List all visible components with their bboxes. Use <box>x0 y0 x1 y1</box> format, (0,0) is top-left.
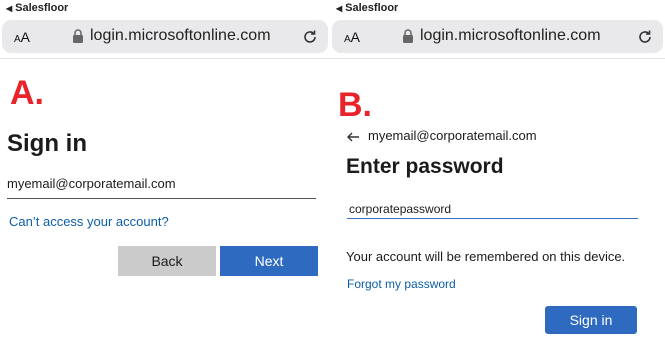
panel-b-enter-password: ◀ Salesfloor AA login.microsoftonline.com… <box>330 0 665 355</box>
cant-access-link[interactable]: Can’t access your account? <box>9 214 169 229</box>
page-title: Enter password <box>346 155 504 178</box>
reload-icon[interactable] <box>300 27 320 47</box>
back-button[interactable]: Back <box>118 246 216 276</box>
sign-in-button[interactable]: Sign in <box>545 306 637 334</box>
status-bar[interactable]: ◀ Salesfloor <box>336 0 398 16</box>
url-text[interactable]: login.microsoftonline.com <box>90 27 271 45</box>
identity-row: myemail@corporatemail.com <box>346 128 537 143</box>
divider <box>330 58 665 59</box>
browser-url-bar[interactable]: AA login.microsoftonline.com <box>2 20 328 53</box>
back-triangle-icon: ◀ <box>336 4 343 13</box>
identity-email: myemail@corporatemail.com <box>368 128 537 143</box>
status-app-label: Salesfloor <box>345 2 399 14</box>
forgot-password-link[interactable]: Forgot my password <box>347 277 456 291</box>
remember-message: Your account will be remembered on this … <box>346 249 626 264</box>
back-triangle-icon: ◀ <box>6 4 13 13</box>
status-app-label: Salesfloor <box>15 2 69 14</box>
panel-marker: B. <box>338 86 372 124</box>
url-text[interactable]: login.microsoftonline.com <box>420 27 601 45</box>
reload-icon[interactable] <box>635 27 655 47</box>
browser-url-bar[interactable]: AA login.microsoftonline.com <box>332 20 663 53</box>
panel-a-sign-in: ◀ Salesfloor AA login.microsoftonline.com… <box>0 0 330 355</box>
status-bar[interactable]: ◀ Salesfloor <box>6 0 68 16</box>
next-button[interactable]: Next <box>220 246 318 276</box>
page-title: Sign in <box>7 130 87 157</box>
text-size-button[interactable]: AA <box>14 29 30 45</box>
panel-marker: A. <box>10 74 44 112</box>
email-field[interactable]: myemail@corporatemail.com <box>7 176 316 199</box>
divider <box>0 58 330 59</box>
lock-icon <box>73 29 83 43</box>
text-size-button[interactable]: AA <box>344 29 360 45</box>
password-field[interactable]: corporatepassword <box>347 202 638 219</box>
lock-icon <box>403 29 413 43</box>
back-arrow-icon[interactable] <box>346 132 360 142</box>
